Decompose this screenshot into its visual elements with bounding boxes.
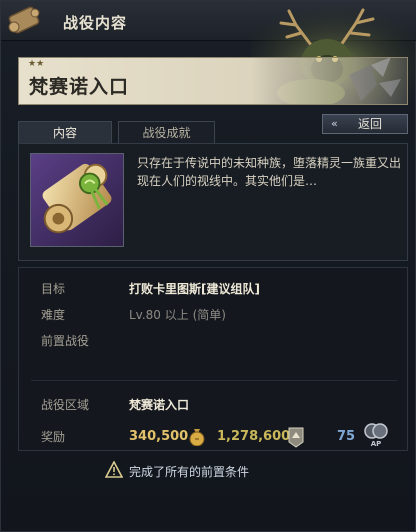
content-panel: 只存在于传说中的未知种族，堕落精灵一族重又出现在人们的视线中。其实他们是… [18,143,408,261]
window-title: 战役内容 [63,14,128,32]
double-chevron-left-icon: « [331,117,338,130]
svg-text:AP: AP [371,440,382,448]
region-value: 梵赛诺入口 [129,398,190,412]
quest-name-banner: ★★ 梵赛诺入口 [18,57,408,105]
tab-content[interactable]: 内容 [18,121,112,143]
back-button-label: 返回 [358,117,383,131]
quest-description: 只存在于传说中的未知种族，堕落精灵一族重又出现在人们的视线中。其实他们是… [137,156,402,188]
reward-label: 奖励 [41,430,66,444]
quest-name: 梵赛诺入口 [29,76,130,98]
ap-icon: AP [364,423,388,448]
back-button[interactable]: « 返回 [322,114,408,134]
campaign-content-window: 战役内容 ★★ 梵赛诺入口 内容 战役成就 « 返回 只存在于传说中的未知种族，… [0,0,416,532]
tab-campaign-achievements[interactable]: 战役成就 [118,121,215,143]
exp-badge-icon [288,427,304,448]
money-bag-icon [189,429,205,446]
details-panel: 目标 打败卡里图斯[建议组队] 难度 Lv.80 以上 (简单) 前置战役 战役… [18,267,408,451]
ap-reward-value: 75 [337,429,356,444]
exp-reward-value: 1,278,600 [217,429,291,444]
difficulty-value: Lv.80 以上 (简单) [129,308,226,322]
gold-reward-value: 340,500 [129,429,189,444]
scroll-item-icon[interactable] [30,153,124,247]
difficulty-label: 难度 [41,308,66,322]
warning-icon [105,461,123,478]
objective-value: 打败卡里图斯[建议组队] [129,282,260,296]
prerequisite-notice-text: 完成了所有的前置条件 [129,465,250,479]
region-label: 战役区域 [41,398,90,412]
difficulty-stars: ★★ [28,59,45,69]
divider [31,380,397,381]
reward-row: 340,500 1,278,600 75 AP [129,423,399,448]
objective-label: 目标 [41,282,66,296]
scroll-icon [8,6,40,34]
prerequisite-label: 前置战役 [41,334,90,348]
